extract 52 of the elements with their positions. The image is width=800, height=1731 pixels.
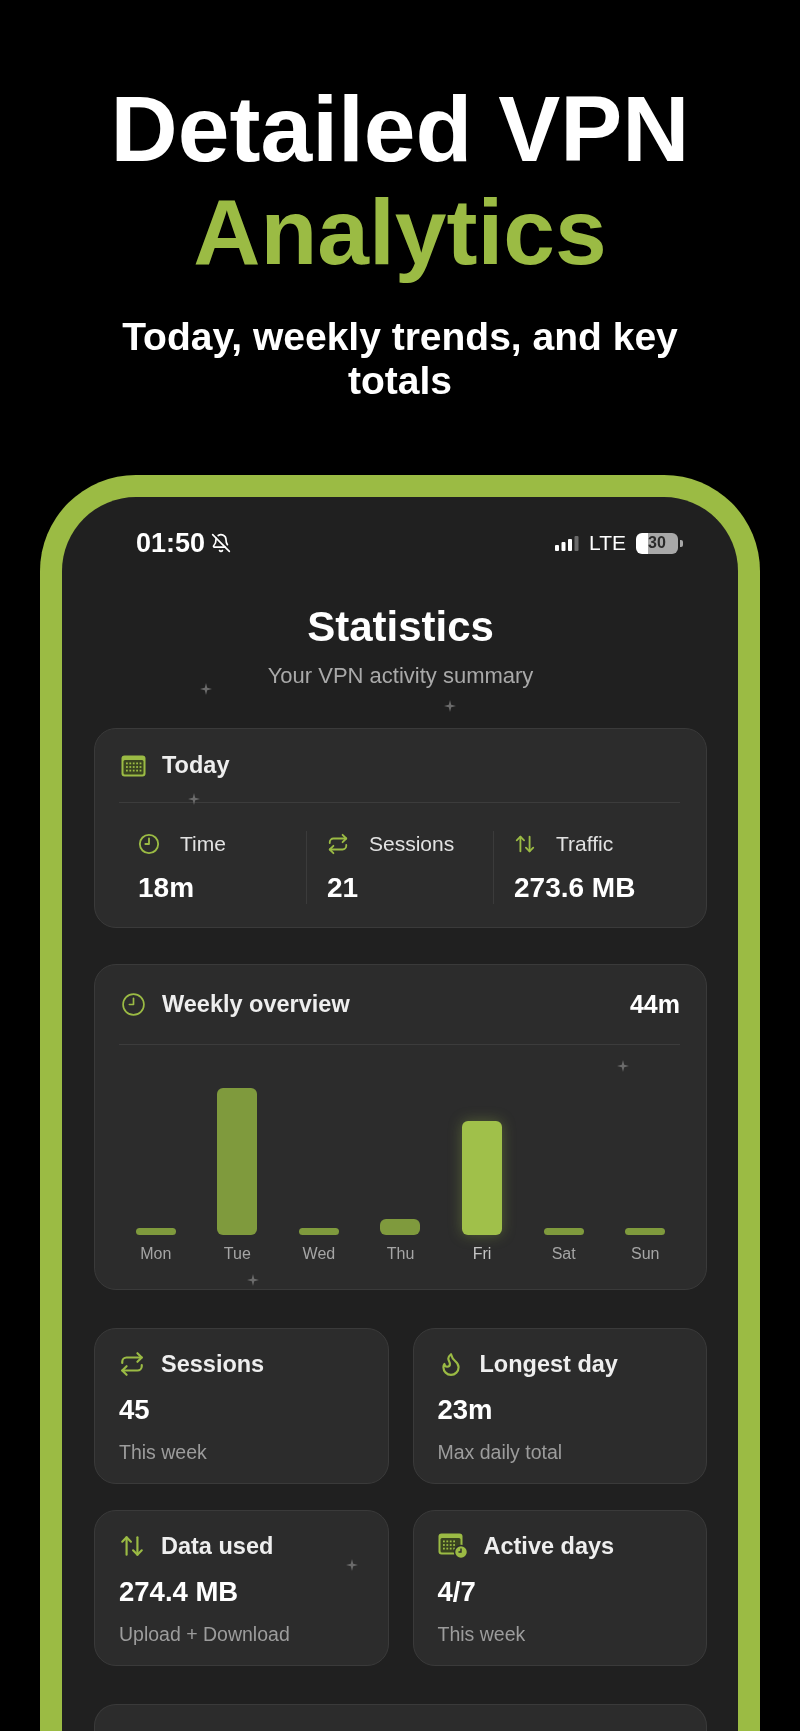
calendar-clock-icon xyxy=(437,1533,468,1559)
stat-value: 4/7 xyxy=(437,1577,477,1607)
signal-icon xyxy=(555,535,580,551)
network-label: LTE xyxy=(589,531,626,555)
clock-icon xyxy=(121,992,146,1017)
stat-value: 45 xyxy=(119,1395,151,1425)
bell-off-icon xyxy=(211,533,232,553)
tagline: Today, weekly trends, and key totals xyxy=(121,315,679,403)
calendar-icon xyxy=(121,754,146,777)
sparkle-icon xyxy=(247,1274,259,1286)
headline-highlight: Analytics xyxy=(193,181,607,284)
metric-label: Sessions xyxy=(369,832,455,856)
day-label: Mon xyxy=(140,1244,172,1264)
sparkle-icon xyxy=(188,793,200,805)
sparkle-icon xyxy=(346,1559,358,1571)
day-label: Thu xyxy=(386,1244,415,1264)
stat-title: Active days xyxy=(483,1532,615,1560)
stat-caption: Upload + Download xyxy=(119,1623,291,1645)
screen-subtitle: Your VPN activity summary xyxy=(266,664,535,688)
clock-icon xyxy=(138,833,160,855)
sparkle-icon xyxy=(444,700,456,712)
day-label: Sat xyxy=(551,1244,576,1264)
stat-title: Longest day xyxy=(479,1350,618,1378)
metric-value: 273.6 MB xyxy=(514,872,637,904)
card-title: Today xyxy=(162,752,230,779)
stat-caption: This week xyxy=(119,1441,208,1463)
day-label: Sun xyxy=(630,1244,660,1264)
metric-label: Traffic xyxy=(556,832,614,856)
metric-label: Time xyxy=(180,832,226,856)
card-title: Weekly overview xyxy=(162,991,350,1018)
day-label: Fri xyxy=(472,1244,492,1264)
repeat-icon xyxy=(119,1351,145,1377)
repeat-icon xyxy=(327,833,349,855)
stat-title: Sessions xyxy=(161,1350,265,1378)
arrows-up-down-icon xyxy=(514,833,536,855)
day-label: Wed xyxy=(302,1244,336,1264)
day-label: Tue xyxy=(223,1244,251,1264)
sparkle-icon xyxy=(200,683,212,695)
arrows-up-down-icon xyxy=(119,1533,145,1559)
screen-title: Statistics xyxy=(306,604,495,650)
stat-value: 23m xyxy=(437,1395,494,1425)
stat-caption: This week xyxy=(437,1623,527,1645)
stat-caption: Max daily total xyxy=(437,1441,564,1463)
stat-value: 274.4 MB xyxy=(119,1577,240,1607)
sparkle-icon xyxy=(617,1060,629,1072)
headline-title: Detailed VPN xyxy=(110,78,690,181)
weekly-total: 44m xyxy=(629,990,680,1019)
metric-value: 18m xyxy=(138,872,196,904)
battery-indicator: 30 xyxy=(636,532,683,554)
metric-value: 21 xyxy=(327,872,360,904)
stat-title: Data used xyxy=(161,1532,274,1560)
status-time: 01:50 xyxy=(136,527,206,559)
